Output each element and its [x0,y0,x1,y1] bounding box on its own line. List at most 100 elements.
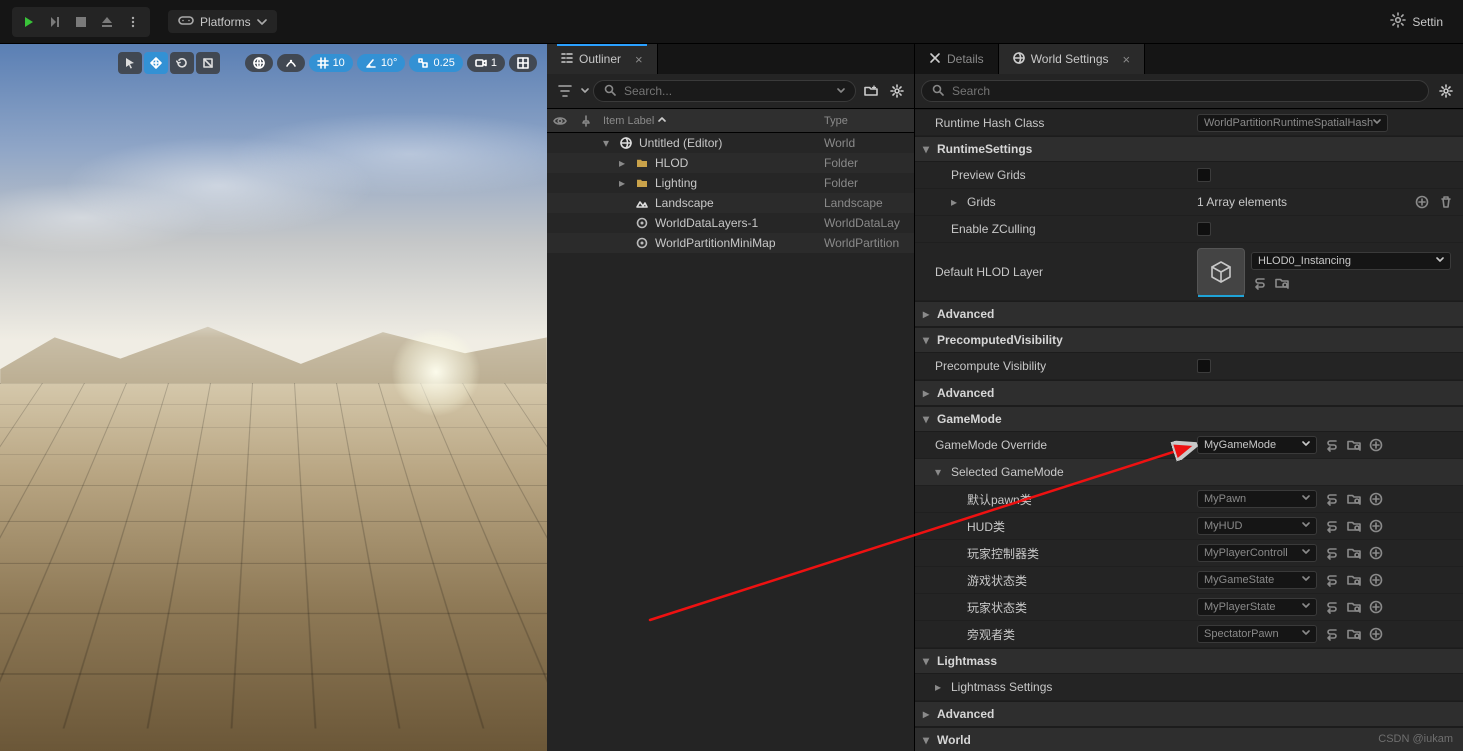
pin-column[interactable] [573,115,599,127]
category-advanced-2[interactable]: ▸Advanced [915,380,1463,406]
level-viewport[interactable]: 10 10° 0.25 1 [0,44,547,751]
outliner-row[interactable]: LandscapeLandscape [547,193,914,213]
gamemode-class-dropdown[interactable]: MyPlayerState [1197,598,1317,616]
play-button[interactable] [18,11,40,33]
outliner-tree[interactable]: ▾Untitled (Editor)World▸HLODFolder▸Light… [547,133,914,751]
new-asset-button[interactable] [1367,436,1385,454]
close-icon[interactable]: × [1123,52,1131,67]
browse-asset-button[interactable] [1345,625,1363,643]
gamemode-class-dropdown[interactable]: SpectatorPawn [1197,625,1317,643]
select-tool-button[interactable] [118,52,142,74]
browse-asset-button[interactable] [1345,436,1363,454]
prop-lightmass-settings[interactable]: ▸Lightmass Settings [915,674,1463,701]
expand-arrow-icon[interactable]: ▸ [951,195,961,209]
use-selected-button[interactable] [1323,625,1341,643]
preview-grids-checkbox[interactable] [1197,168,1211,182]
gamemode-class-dropdown[interactable]: MyHUD [1197,517,1317,535]
new-asset-button[interactable] [1367,571,1385,589]
outliner-settings-button[interactable] [886,80,908,102]
enable-zculling-checkbox[interactable] [1197,222,1211,236]
gamemode-class-dropdown[interactable]: MyPawn [1197,490,1317,508]
tab-world-settings[interactable]: World Settings × [999,44,1145,74]
gamemode-override-dropdown[interactable]: MyGameMode [1197,436,1317,454]
step-button[interactable] [44,11,66,33]
outliner-row[interactable]: ▸LightingFolder [547,173,914,193]
tab-outliner[interactable]: Outliner × [547,44,658,74]
browse-asset-button[interactable] [1345,598,1363,616]
platforms-dropdown[interactable]: Platforms [168,10,277,33]
hlod-asset-dropdown[interactable]: HLOD0_Instancing [1251,252,1451,270]
runtime-hash-dropdown[interactable]: WorldPartitionRuntimeSpatialHash [1197,114,1388,132]
close-icon[interactable]: × [635,52,643,67]
viewport-layout-button[interactable] [509,54,537,72]
stop-button[interactable] [70,11,92,33]
use-selected-button[interactable] [1323,598,1341,616]
surface-snap-toggle[interactable] [277,54,305,72]
scale-snap-toggle[interactable]: 0.25 [409,54,462,72]
outliner-row[interactable]: ▸HLODFolder [547,153,914,173]
category-advanced-1[interactable]: ▸Advanced [915,301,1463,327]
gamemode-class-dropdown[interactable]: MyGameState [1197,571,1317,589]
world-local-toggle[interactable] [245,54,273,72]
new-asset-button[interactable] [1367,625,1385,643]
hlod-asset-thumbnail[interactable] [1197,248,1245,296]
new-asset-button[interactable] [1367,490,1385,508]
array-add-button[interactable] [1413,193,1431,211]
expand-arrow-icon[interactable]: ▾ [603,136,613,150]
outliner-row[interactable]: ▾Untitled (Editor)World [547,133,914,153]
outliner-row[interactable]: WorldPartitionMiniMapWorldPartition [547,233,914,253]
rotate-tool-button[interactable] [170,52,194,74]
browse-asset-button[interactable] [1345,571,1363,589]
item-label-column[interactable]: Item Label [599,115,824,127]
array-clear-button[interactable] [1437,193,1455,211]
play-options-menu[interactable] [122,11,144,33]
visibility-column[interactable] [547,116,573,126]
browse-asset-button[interactable] [1273,274,1291,292]
browse-asset-button[interactable] [1345,517,1363,535]
outliner-row-type: Folder [824,156,914,170]
use-selected-button[interactable] [1323,517,1341,535]
category-runtime-settings[interactable]: ▾RuntimeSettings [915,136,1463,162]
gamemode-class-dropdown[interactable]: MyPlayerControll [1197,544,1317,562]
scale-tool-button[interactable] [196,52,220,74]
chevron-down-icon[interactable] [837,84,845,98]
type-column[interactable]: Type [824,115,914,127]
category-advanced-3[interactable]: ▸Advanced [915,701,1463,727]
expand-arrow-icon[interactable]: ▸ [619,156,629,170]
browse-asset-button[interactable] [1345,490,1363,508]
outliner-row[interactable]: WorldDataLayers-1WorldDataLay [547,213,914,233]
outliner-search[interactable] [593,80,856,102]
create-folder-button[interactable] [860,80,882,102]
world-settings-body[interactable]: Runtime Hash Class WorldPartitionRuntime… [915,109,1463,751]
chevron-down-icon [1302,493,1310,505]
category-precomputed-visibility[interactable]: ▾PrecomputedVisibility [915,327,1463,353]
settings-button[interactable]: Settin [1382,8,1451,35]
new-asset-button[interactable] [1367,598,1385,616]
prop-selected-gamemode[interactable]: ▾Selected GameMode [915,459,1463,486]
use-selected-button[interactable] [1323,490,1341,508]
tab-details[interactable]: Details [915,44,999,74]
precompute-visibility-checkbox[interactable] [1197,359,1211,373]
new-asset-button[interactable] [1367,517,1385,535]
category-lightmass[interactable]: ▾Lightmass [915,648,1463,674]
world-settings-gear-button[interactable] [1435,80,1457,102]
eject-button[interactable] [96,11,118,33]
use-selected-button[interactable] [1251,274,1269,292]
camera-speed-toggle[interactable]: 1 [467,54,505,72]
chevron-down-icon[interactable] [581,84,589,98]
world-settings-search[interactable] [921,80,1429,102]
world-settings-search-input[interactable] [950,83,1418,99]
category-gamemode[interactable]: ▾GameMode [915,406,1463,432]
use-selected-button[interactable] [1323,436,1341,454]
use-selected-button[interactable] [1323,544,1341,562]
expand-arrow-icon[interactable]: ▸ [619,176,629,190]
new-asset-button[interactable] [1367,544,1385,562]
translate-tool-button[interactable] [144,52,168,74]
grid-snap-toggle[interactable]: 10 [309,54,353,72]
outliner-search-input[interactable] [622,83,831,99]
outliner-filter-button[interactable] [553,80,577,102]
use-selected-button[interactable] [1323,571,1341,589]
landscape-icon [635,196,649,210]
angle-snap-toggle[interactable]: 10° [357,54,406,72]
browse-asset-button[interactable] [1345,544,1363,562]
